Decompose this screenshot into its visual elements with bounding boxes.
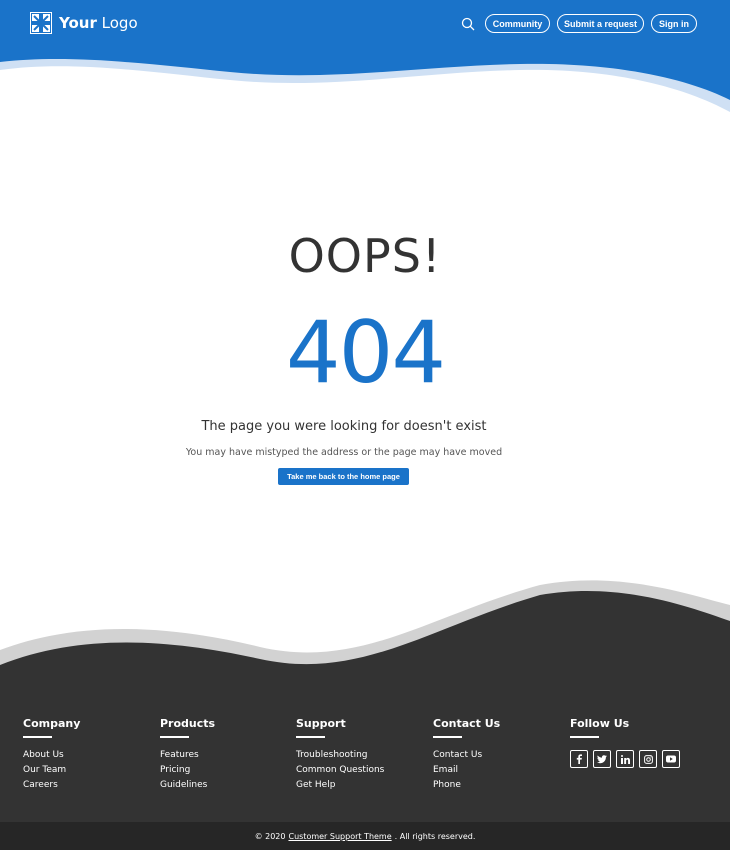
social-links [570, 750, 680, 768]
footer-column-title: Contact Us [433, 717, 501, 730]
logo-mark-icon [30, 12, 52, 34]
copyright-prefix: © 2020 [254, 831, 286, 841]
footer-column-title: Company [23, 717, 81, 730]
community-button[interactable]: Community [485, 14, 550, 33]
oops-heading: OOPS! [288, 229, 442, 283]
copyright-bar: © 2020 Customer Support Theme . All righ… [0, 822, 730, 850]
logo[interactable]: Your Logo [30, 12, 138, 34]
footer-column-title: Support [296, 717, 346, 730]
footer-link[interactable]: Contact Us [433, 750, 500, 760]
footer-column-title: Products [160, 717, 216, 730]
footer-link[interactable]: Phone [433, 780, 500, 790]
footer-column-rule [296, 736, 325, 738]
logo-text-bold: Your [59, 14, 97, 32]
footer-column-company: Company About Us Our Team Careers [23, 717, 80, 795]
footer-link[interactable]: Guidelines [160, 780, 215, 790]
footer-link[interactable]: Pricing [160, 765, 215, 775]
footer-column-rule [433, 736, 462, 738]
site-header: Your Logo Community Submit a request Sig… [0, 0, 730, 115]
footer-link[interactable]: About Us [23, 750, 80, 760]
footer-link[interactable]: Troubleshooting [296, 750, 384, 760]
footer-column-contact: Contact Us Contact Us Email Phone [433, 717, 500, 795]
home-page-button[interactable]: Take me back to the home page [278, 468, 409, 485]
footer-link[interactable]: Our Team [23, 765, 80, 775]
footer-column-rule [160, 736, 189, 738]
facebook-icon[interactable] [570, 750, 588, 768]
footer-link[interactable]: Common Questions [296, 765, 384, 775]
error-submessage: You may have mistyped the address or the… [185, 447, 503, 458]
footer-column-follow: Follow Us [570, 717, 680, 768]
footer-column-rule [23, 736, 52, 738]
linkedin-icon[interactable] [616, 750, 634, 768]
footer-wave [0, 580, 730, 685]
error-message: The page you were looking for doesn't ex… [201, 419, 487, 434]
footer-column-support: Support Troubleshooting Common Questions… [296, 717, 384, 795]
error-code: 404 [285, 303, 446, 403]
logo-text: Your Logo [59, 14, 138, 32]
sign-in-button[interactable]: Sign in [651, 14, 697, 33]
footer-link[interactable]: Get Help [296, 780, 384, 790]
footer-link[interactable]: Careers [23, 780, 80, 790]
site-footer: Company About Us Our Team Careers Produc… [0, 684, 730, 822]
copyright-suffix: . All rights reserved. [394, 831, 476, 841]
instagram-icon[interactable] [639, 750, 657, 768]
footer-link[interactable]: Email [433, 765, 500, 775]
submit-request-button[interactable]: Submit a request [557, 14, 644, 33]
twitter-icon[interactable] [593, 750, 611, 768]
search-icon[interactable] [461, 17, 475, 31]
footer-column-title: Follow Us [570, 717, 630, 730]
footer-column-rule [570, 736, 599, 738]
footer-column-products: Products Features Pricing Guidelines [160, 717, 215, 795]
copyright-theme-link[interactable]: Customer Support Theme [288, 832, 391, 841]
logo-text-light: Logo [101, 14, 138, 32]
footer-link[interactable]: Features [160, 750, 215, 760]
youtube-icon[interactable] [662, 750, 680, 768]
